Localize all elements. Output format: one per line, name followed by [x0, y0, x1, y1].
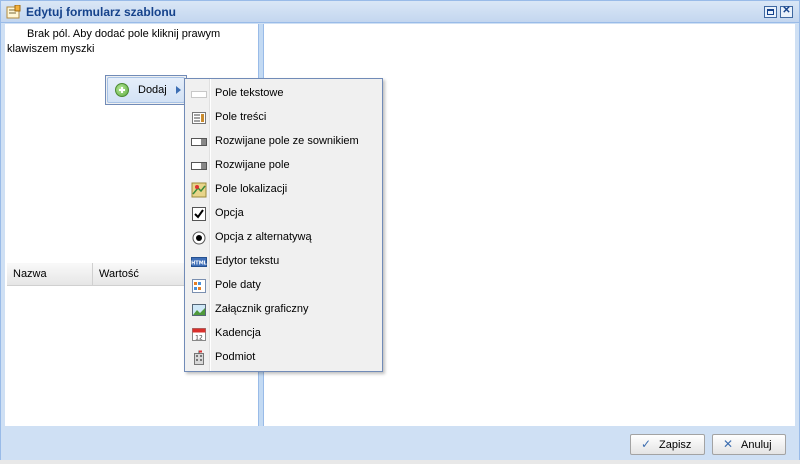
cancel-button-label: Anuluj — [741, 439, 772, 451]
submenu-item-text-editor[interactable]: HTML Edytor tekstu — [187, 251, 380, 273]
svg-text:HTML: HTML — [191, 261, 207, 267]
image-attachment-icon — [192, 304, 206, 316]
window-title: Edytuj formularz szablonu — [26, 5, 177, 19]
dropdown-dictionary-icon — [191, 138, 207, 146]
submenu-item-label: Pole treści — [215, 111, 267, 123]
content-field-icon — [192, 112, 206, 124]
cancel-button[interactable]: ✕ Anuluj — [712, 434, 786, 455]
submenu-item-text-field[interactable]: Pole tekstowe — [187, 83, 380, 105]
no-fields-message: Brak pól. Aby dodać pole kliknij prawym … — [7, 28, 221, 55]
submenu-item-label: Pole daty — [215, 279, 261, 291]
submenu-item-label: Opcja z alternatywą — [215, 231, 312, 243]
submenu-item-location[interactable]: Pole lokalizacji — [187, 179, 380, 201]
submenu-item-option-alternative[interactable]: Opcja z alternatywą — [187, 227, 380, 249]
calendar-icon: 12 — [192, 328, 206, 342]
submenu-item-label: Edytor tekstu — [215, 255, 280, 267]
column-header-name[interactable]: Nazwa — [7, 263, 93, 285]
submenu-item-cadence[interactable]: 12 Kadencja — [187, 323, 380, 345]
submenu-item-label: Załącznik graficzny — [215, 303, 309, 315]
text-field-icon — [191, 91, 207, 98]
maximize-icon[interactable] — [764, 6, 777, 18]
edit-template-form-window: Edytuj formularz szablonu ✕ Brak pól. Ab… — [0, 0, 800, 464]
checkmark-icon: ✓ — [641, 437, 652, 451]
submenu-item-entity[interactable]: Podmiot — [187, 347, 380, 369]
add-icon — [115, 83, 129, 97]
window-footer: ✓ Zapisz ✕ Anuluj — [1, 426, 799, 464]
background-page-strip — [0, 460, 800, 464]
submenu-item-label: Pole tekstowe — [215, 87, 284, 99]
context-menu: Dodaj — [105, 75, 187, 105]
submenu-item-label: Rozwijane pole ze sownikiem — [215, 135, 359, 147]
submenu-item-image-attachment[interactable]: Załącznik graficzny — [187, 299, 380, 321]
form-edit-icon — [6, 5, 21, 19]
submenu-item-date-field[interactable]: Pole daty — [187, 275, 380, 297]
submenu-item-option[interactable]: Opcja — [187, 203, 380, 225]
window-titlebar[interactable]: Edytuj formularz szablonu ✕ — [1, 1, 799, 23]
submenu-item-dropdown[interactable]: Rozwijane pole — [187, 155, 380, 177]
submenu-arrow-icon — [176, 86, 181, 94]
html-editor-icon: HTML — [191, 257, 207, 267]
close-icon[interactable]: ✕ — [780, 5, 793, 18]
submenu-item-label: Kadencja — [215, 327, 261, 339]
submenu-item-dropdown-dictionary[interactable]: Rozwijane pole ze sownikiem — [187, 131, 380, 153]
checkbox-icon — [192, 207, 206, 221]
building-icon — [194, 350, 204, 365]
location-icon — [191, 182, 207, 198]
submenu-item-content-field[interactable]: Pole treści — [187, 107, 380, 129]
submenu-item-label: Pole lokalizacji — [215, 183, 288, 195]
submenu-item-label: Opcja — [215, 207, 244, 219]
menu-item-add-label: Dodaj — [138, 84, 167, 96]
save-button[interactable]: ✓ Zapisz — [630, 434, 705, 455]
date-field-icon — [192, 279, 206, 293]
dropdown-icon — [191, 162, 207, 170]
svg-text:12: 12 — [195, 335, 203, 342]
submenu-item-label: Rozwijane pole — [215, 159, 290, 171]
submenu-item-label: Podmiot — [215, 351, 256, 363]
add-field-submenu: Pole tekstowe Pole treści Rozwijane pole… — [184, 78, 383, 372]
cross-icon: ✕ — [723, 437, 734, 451]
radio-icon — [192, 231, 206, 245]
menu-item-add[interactable]: Dodaj — [107, 77, 185, 103]
save-button-label: Zapisz — [659, 439, 692, 451]
